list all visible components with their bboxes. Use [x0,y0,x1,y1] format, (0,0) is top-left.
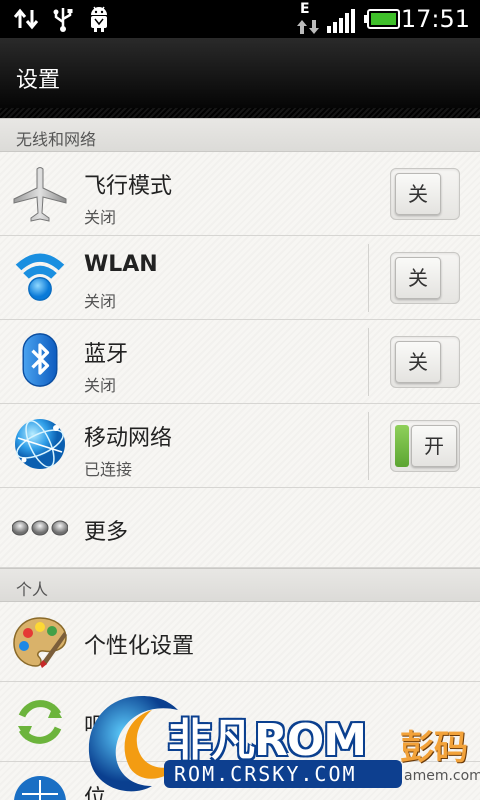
network-activity-icon [297,20,319,34]
setting-row-mobile-network[interactable]: 移动网络 已连接 开 [0,404,480,488]
setting-status: 关闭 [84,208,117,227]
section-header-wireless: 无线和网络 [0,118,480,152]
setting-row-more[interactable]: 更多 [0,488,480,568]
setting-status: 关闭 [84,292,117,311]
watermark-tag-sub: amem.com [404,768,480,784]
section-title: 无线和网络 [16,130,97,149]
airplane-mode-toggle[interactable]: 关 [390,168,460,220]
mobile-network-toggle[interactable]: 开 [390,420,460,472]
page-title: 设置 [16,68,61,93]
setting-label: 飞行模式 [84,174,173,199]
setting-label: WLAN [84,252,158,277]
setting-label: 更多 [84,520,129,545]
setting-label: 移动网络 [84,426,173,451]
network-type-label: E [300,1,310,17]
wlan-toggle[interactable]: 关 [390,252,460,304]
toggle-knob: 关 [395,341,441,383]
setting-row-personalize[interactable]: 个性化设置 [0,602,480,682]
setting-label: 个性化设置 [84,634,195,659]
watermark-tag: 彭码 [400,728,468,768]
setting-row-airplane-mode[interactable]: 飞行模式 关闭 关 [0,152,480,236]
section-title: 个人 [16,580,49,599]
battery-icon [364,9,400,29]
setting-row-bluetooth[interactable]: 蓝牙 关闭 关 [0,320,480,404]
action-bar: 设置 [0,38,480,118]
palette-icon [13,617,67,668]
row-divider [368,244,369,312]
row-divider [368,412,369,480]
setting-status: 已连接 [84,460,133,479]
action-bar-hatch [0,108,480,118]
globe-network-icon [15,419,65,469]
watermark-url: ROM.CRSKY.COM [174,762,357,786]
section-header-personal: 个人 [0,568,480,602]
wifi-icon [15,253,65,301]
toggle-on-indicator [395,425,409,467]
setting-row-wlan[interactable]: WLAN 关闭 关 [0,236,480,320]
toggle-knob: 开 [411,425,457,467]
bluetooth-icon [22,333,58,387]
toggle-knob: 关 [395,173,441,215]
watermark-overlay: 非凡ROM ROM.CRSKY.COM 彭码 amem.com [82,690,480,800]
more-dots-icon [12,520,68,536]
watermark-brand: 非凡ROM [168,715,367,766]
setting-label: 蓝牙 [84,342,129,367]
row-divider [368,328,369,396]
data-sync-icon [14,8,39,30]
android-debug-icon [91,6,107,32]
status-time: 17:51 [400,5,470,33]
bluetooth-toggle[interactable]: 关 [390,336,460,388]
setting-status: 关闭 [84,376,117,395]
signal-icon [327,9,355,33]
sync-icon [18,700,62,744]
airplane-icon [13,167,67,222]
usb-icon [53,8,73,32]
toggle-knob: 关 [395,257,441,299]
status-bar: E 17:51 [0,0,480,38]
location-globe-icon [14,776,66,800]
